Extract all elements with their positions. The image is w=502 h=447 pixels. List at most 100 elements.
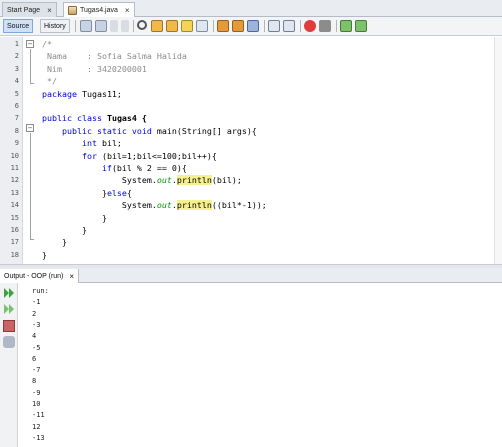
toolbar-separator bbox=[213, 20, 214, 32]
code-line[interactable]: } bbox=[42, 224, 87, 236]
output-line: 10 bbox=[32, 400, 41, 408]
find-previous-icon[interactable] bbox=[151, 20, 163, 32]
code-line[interactable]: public static void main(String[] args){ bbox=[42, 125, 257, 137]
rerun-different-icon[interactable] bbox=[3, 303, 15, 315]
toggle-highlight-icon[interactable] bbox=[181, 20, 193, 32]
output-line: 12 bbox=[32, 422, 41, 431]
uncomment-icon[interactable] bbox=[355, 20, 367, 32]
stop-icon[interactable] bbox=[3, 320, 15, 332]
source-button[interactable]: Source bbox=[3, 19, 34, 33]
tab-tugas4-java[interactable]: Tugas4.java × bbox=[63, 2, 135, 18]
code-line[interactable]: } bbox=[42, 212, 107, 224]
tab-start-page[interactable]: Start Page × bbox=[2, 2, 57, 17]
line-number: 15 bbox=[10, 213, 19, 222]
line-number: 8 bbox=[14, 126, 19, 135]
previous-bookmark-icon[interactable] bbox=[217, 20, 229, 32]
line-number: 5 bbox=[14, 89, 19, 98]
code-token: ((bil*-1)); bbox=[211, 200, 267, 211]
java-file-icon bbox=[68, 6, 77, 15]
code-token: Tugas11; bbox=[76, 88, 122, 99]
fold-collapse-icon[interactable]: − bbox=[26, 124, 34, 132]
stop-macro-icon[interactable] bbox=[319, 20, 331, 32]
output-line: 2 bbox=[32, 309, 37, 318]
close-icon[interactable]: × bbox=[47, 6, 52, 15]
next-bookmark-icon[interactable] bbox=[232, 20, 244, 32]
line-number: 2 bbox=[14, 52, 19, 61]
forward-icon[interactable] bbox=[95, 20, 107, 32]
code-token: println bbox=[176, 200, 212, 211]
line-number: 3 bbox=[14, 64, 19, 73]
code-token: bil; bbox=[96, 138, 122, 149]
close-icon[interactable]: × bbox=[125, 6, 130, 15]
output-line: -13 bbox=[32, 433, 45, 442]
toolbar-separator bbox=[133, 20, 134, 32]
line-number: 14 bbox=[10, 201, 19, 210]
history-button[interactable]: History bbox=[40, 19, 70, 33]
toggle-bookmark-icon[interactable] bbox=[247, 20, 259, 32]
line-number: 12 bbox=[10, 176, 19, 185]
code-line[interactable]: for (bil=1;bil<=100;bil++){ bbox=[42, 150, 217, 162]
line-number: 6 bbox=[14, 102, 19, 110]
shift-right-icon[interactable] bbox=[283, 20, 295, 32]
output-settings-icon[interactable] bbox=[3, 336, 15, 348]
shift-left-icon[interactable] bbox=[268, 20, 280, 32]
code-line[interactable]: System.out.println(bil); bbox=[42, 174, 242, 186]
close-icon[interactable]: × bbox=[69, 272, 74, 281]
code-line[interactable]: int bil; bbox=[42, 137, 122, 149]
code-line[interactable]: /* bbox=[42, 38, 52, 50]
back-icon[interactable] bbox=[80, 20, 92, 32]
code-line[interactable]: } bbox=[42, 249, 47, 261]
code-token: (bil); bbox=[211, 175, 242, 186]
toggle-rectangular-icon[interactable] bbox=[196, 20, 208, 32]
code-token: println bbox=[176, 175, 212, 186]
editor-tab-bar: Start Page × Tugas4.java × bbox=[0, 0, 502, 18]
editor-scrollbar[interactable] bbox=[494, 37, 502, 264]
code-token: out bbox=[156, 200, 172, 211]
code-line[interactable]: System.out.println((bil*-1)); bbox=[42, 199, 267, 211]
tab-label: Start Page bbox=[7, 6, 41, 14]
code-token: for bbox=[42, 150, 97, 161]
output-line: -1 bbox=[32, 298, 41, 307]
code-token: int bbox=[42, 138, 97, 149]
output-line: -5 bbox=[32, 343, 41, 352]
chevron-down-icon[interactable] bbox=[110, 20, 118, 32]
line-number: 7 bbox=[14, 114, 19, 123]
toolbar-separator bbox=[75, 20, 76, 32]
code-line[interactable]: Nim : 3420200001 bbox=[42, 63, 147, 75]
output-line: 8 bbox=[32, 377, 37, 386]
code-line[interactable]: }else{ bbox=[42, 187, 132, 199]
code-token: { bbox=[126, 187, 132, 198]
code-editor[interactable]: 1 2 3 4 5 6 7 8 9 10 11 12 13 14 15 16 17 18 − − /* Nama … bbox=[0, 37, 502, 264]
start-macro-icon[interactable] bbox=[304, 20, 316, 32]
code-line[interactable]: */ bbox=[42, 75, 57, 87]
output-console[interactable]: run: -1 2 -3 4 -5 6 -7 8 -9 10 -11 12 -13 bbox=[18, 283, 502, 447]
code-token: System. bbox=[42, 200, 157, 211]
code-token: Nama : Sofia Salma Halida bbox=[42, 51, 187, 62]
comment-icon[interactable] bbox=[340, 20, 352, 32]
code-token: } bbox=[42, 212, 107, 223]
code-token: } bbox=[42, 225, 87, 235]
code-token: } bbox=[42, 249, 47, 260]
code-line[interactable]: package Tugas11; bbox=[42, 88, 122, 100]
code-line[interactable]: if(bil % 2 == 0){ bbox=[42, 162, 187, 174]
output-line: -9 bbox=[32, 388, 41, 397]
line-number: 11 bbox=[10, 164, 19, 172]
output-line: -3 bbox=[32, 320, 41, 329]
fold-collapse-icon[interactable]: − bbox=[26, 40, 34, 48]
code-token: Nim : 3420200001 bbox=[42, 63, 147, 74]
code-token: package bbox=[42, 88, 77, 99]
chevron-down-icon[interactable] bbox=[121, 20, 129, 32]
tab-output[interactable]: Output - OOP (run) × bbox=[0, 269, 80, 283]
code-token: main(String[] args){ bbox=[151, 125, 257, 136]
find-icon[interactable] bbox=[137, 20, 147, 30]
line-number: 16 bbox=[10, 226, 19, 234]
rerun-icon[interactable] bbox=[3, 287, 15, 299]
code-line[interactable]: public class Tugas4 { bbox=[42, 112, 147, 124]
code-line[interactable]: } bbox=[42, 236, 67, 248]
code-token: (bil=1;bil<=100;bil++){ bbox=[96, 150, 217, 161]
toolbar-separator bbox=[264, 20, 265, 32]
code-line[interactable]: Nama : Sofia Salma Halida bbox=[42, 50, 187, 62]
find-next-icon[interactable] bbox=[166, 20, 178, 32]
code-token: public static void bbox=[42, 125, 152, 136]
line-number: 9 bbox=[14, 139, 19, 148]
